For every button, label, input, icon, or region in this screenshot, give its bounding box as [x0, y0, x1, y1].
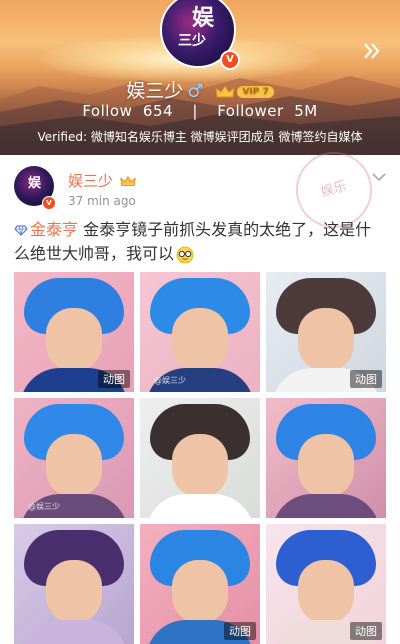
media-watermark: @娱三少 [28, 502, 60, 511]
post-media-item[interactable]: @娱三少 [140, 272, 260, 392]
divider: | [192, 102, 198, 120]
chevron-down-icon[interactable] [372, 172, 386, 182]
diamond-icon [14, 225, 28, 236]
verified-description: Verified: 微博知名娱乐博主 微博娱评团成员 微博签约自媒体 [37, 130, 363, 144]
male-icon: ♂ [187, 81, 204, 102]
follow-stats: Follow 654 | Follower 5M [0, 102, 400, 120]
gif-badge: 动图 [224, 622, 256, 640]
v-badge-icon: V [42, 196, 56, 210]
avatar-text: 娱 [192, 5, 215, 31]
post-media-item[interactable]: 动图 [14, 272, 134, 392]
follower-link[interactable]: Follower 5M [217, 102, 318, 120]
follow-link[interactable]: Follow 654 [82, 102, 173, 120]
post-text: 金泰亨 金泰亨镜子前抓头发真的太绝了，这是什么绝世大帅哥，我可以 [14, 218, 384, 266]
post-media-item[interactable]: @娱三少 [14, 398, 134, 518]
profile-name-row: 娱三少 ♂ VIP 7 [0, 76, 400, 103]
topic-link[interactable]: 金泰亨 [14, 220, 78, 239]
gif-badge: 动图 [98, 370, 130, 388]
media-watermark: @娱三少 [154, 376, 186, 385]
post-media-item[interactable]: 动图 [266, 272, 386, 392]
avatar-text: 三少 [178, 33, 206, 49]
crown-icon [120, 175, 136, 186]
gif-badge: 动图 [350, 622, 382, 640]
post-media-item[interactable] [266, 398, 386, 518]
post-media-item[interactable] [14, 524, 134, 644]
post-media-item[interactable]: 动图 [140, 524, 260, 644]
profile-name: 娱三少 [126, 80, 184, 102]
glasses-emoji-icon [176, 246, 194, 263]
vip-badge[interactable]: VIP 7 [237, 85, 274, 98]
gif-badge: 动图 [350, 370, 382, 388]
profile-avatar[interactable]: 娱 三少 V [160, 0, 240, 70]
double-chevron-right-icon[interactable] [362, 40, 384, 62]
profile-header: 娱 三少 V 娱三少 ♂ VIP 7 Follow 654 | Follower … [0, 0, 400, 155]
crown-icon [215, 84, 236, 97]
post-timestamp: 37 min ago [68, 194, 136, 208]
v-badge-icon: V [220, 50, 240, 70]
post-media-item[interactable] [140, 398, 260, 518]
post-media-item[interactable]: 动图 [266, 524, 386, 644]
post-author-name[interactable]: 娱三少 [68, 170, 136, 191]
